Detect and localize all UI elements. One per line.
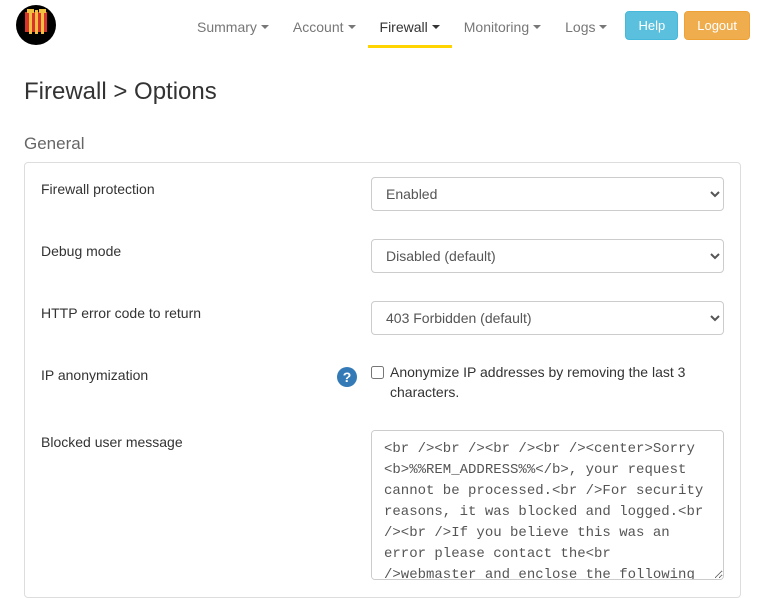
- label-http-error: HTTP error code to return: [41, 305, 357, 321]
- logo: [15, 4, 57, 46]
- row-ip-anon: IP anonymization ? Anonymize IP addresse…: [25, 349, 740, 416]
- checkbox-ip-anon[interactable]: [371, 366, 384, 379]
- row-http-error: HTTP error code to return 403 Forbidden …: [25, 287, 740, 349]
- label-ip-anon: IP anonymization: [41, 367, 337, 383]
- label-blocked-msg: Blocked user message: [41, 434, 357, 450]
- row-blocked-msg: Blocked user message: [25, 416, 740, 597]
- settings-panel: Firewall protection Enabled Debug mode D…: [24, 162, 741, 598]
- label-firewall-protection: Firewall protection: [41, 181, 357, 197]
- textarea-blocked-msg[interactable]: [371, 430, 724, 580]
- label-debug-mode: Debug mode: [41, 243, 357, 259]
- section-title: General: [24, 134, 741, 154]
- select-debug-mode[interactable]: Disabled (default): [371, 239, 724, 273]
- nav-label: Account: [293, 19, 344, 35]
- checkbox-label-ip-anon: Anonymize IP addresses by removing the l…: [390, 363, 724, 402]
- page-title: Firewall > Options: [24, 78, 741, 106]
- help-button[interactable]: Help: [625, 11, 678, 40]
- nav-label: Monitoring: [464, 19, 529, 35]
- select-http-error[interactable]: 403 Forbidden (default): [371, 301, 724, 335]
- logout-button[interactable]: Logout: [684, 11, 750, 40]
- row-firewall-protection: Firewall protection Enabled: [25, 163, 740, 225]
- chevron-down-icon: [599, 25, 607, 29]
- checkbox-ip-anon-wrapper: Anonymize IP addresses by removing the l…: [371, 363, 724, 402]
- nav-tabs: Summary Account Firewall Monitoring Logs: [185, 5, 619, 45]
- nav-label: Summary: [197, 19, 257, 35]
- nav-monitoring[interactable]: Monitoring: [452, 5, 553, 45]
- nav-label: Firewall: [380, 19, 428, 35]
- page-content: Firewall > Options General Firewall prot…: [0, 50, 765, 598]
- help-icon[interactable]: ?: [337, 367, 357, 387]
- chevron-down-icon: [432, 25, 440, 29]
- nav-firewall[interactable]: Firewall: [368, 5, 452, 45]
- nav-label: Logs: [565, 19, 595, 35]
- top-navbar: Summary Account Firewall Monitoring Logs…: [0, 0, 765, 50]
- chevron-down-icon: [261, 25, 269, 29]
- select-firewall-protection[interactable]: Enabled: [371, 177, 724, 211]
- row-debug-mode: Debug mode Disabled (default): [25, 225, 740, 287]
- nav-logs[interactable]: Logs: [553, 5, 619, 45]
- chevron-down-icon: [348, 25, 356, 29]
- nav-summary[interactable]: Summary: [185, 5, 281, 45]
- chevron-down-icon: [533, 25, 541, 29]
- nav-account[interactable]: Account: [281, 5, 368, 45]
